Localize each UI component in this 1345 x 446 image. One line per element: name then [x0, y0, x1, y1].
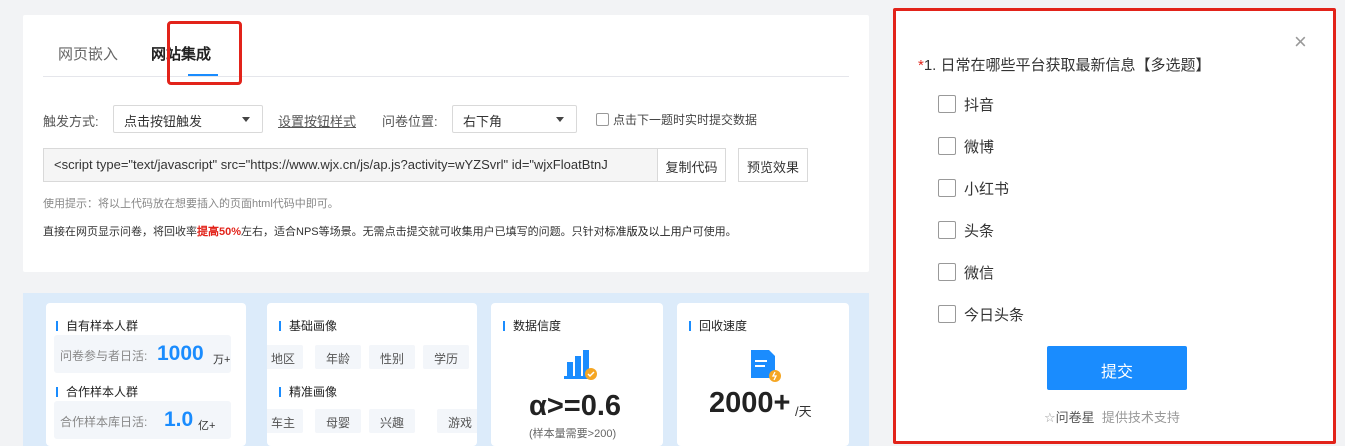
brand-note: 提供技术支持 [1101, 410, 1180, 425]
desc-edition: 标准版及以上用户 [604, 226, 693, 238]
chevron-down-icon [242, 117, 250, 122]
brand-name[interactable]: 问卷星 [1056, 410, 1095, 425]
option-label: 抖音 [964, 97, 995, 114]
star-icon: ☆ [1044, 410, 1056, 425]
speed-value: 2000+ [709, 387, 791, 419]
desc-part-2: 左右，适合NPS等场景。无需点击提交就可收集用户已填写的问题。只针对 [241, 226, 605, 238]
close-icon[interactable]: × [1294, 31, 1307, 53]
checkbox-icon [596, 113, 609, 126]
own-sample-label: 问卷参与者日活: [60, 349, 148, 363]
integration-config-card: 网页嵌入 网站集成 触发方式: 点击按钮触发 设置按钮样式 问卷位置: 右下角 … [23, 15, 869, 272]
position-label: 问卷位置: [382, 114, 438, 129]
precise-portrait-title: 精准画像 [279, 383, 337, 400]
document-speed-icon [751, 350, 781, 382]
chevron-down-icon [556, 117, 564, 122]
basic-tag: 年龄 [315, 345, 361, 369]
partner-sample-label: 合作样本库日活: [60, 415, 148, 429]
reliability-card: 数据信度 α>=0.6 (样本量需要>200) [491, 303, 663, 446]
checkbox-icon [938, 137, 956, 155]
option-checkbox[interactable]: 微信 [938, 262, 994, 283]
option-checkbox[interactable]: 微博 [938, 136, 994, 157]
question-text: 1. 日常在哪些平台获取最新信息【多选题】 [923, 57, 1211, 74]
question-title: *1. 日常在哪些平台获取最新信息【多选题】 [918, 54, 1211, 75]
sample-stats-panel: 自有样本人群 问卷参与者日活: 1000 万+ 合作样本人群 合作样本库日活: … [23, 293, 869, 446]
checkbox-icon [938, 95, 956, 113]
partner-sample-metric: 合作样本库日活: 1.0 亿+ [54, 401, 231, 439]
submit-button[interactable]: 提交 [1047, 346, 1187, 390]
trigger-select[interactable]: 点击按钮触发 [113, 105, 263, 133]
checkbox-icon [938, 221, 956, 239]
option-checkbox[interactable]: 抖音 [938, 94, 994, 115]
speed-title: 回收速度 [689, 317, 747, 334]
button-style-link[interactable]: 设置按钮样式 [278, 111, 356, 130]
basic-tag: 性别 [369, 345, 415, 369]
copy-code-button[interactable]: 复制代码 [657, 148, 726, 182]
partner-sample-title: 合作样本人群 [56, 383, 138, 400]
usage-tip: 使用提示：将以上代码放在想要插入的页面html代码中即可。 [43, 198, 339, 210]
precise-tag: 游戏 [437, 409, 477, 433]
option-checkbox[interactable]: 今日头条 [938, 304, 1024, 325]
trigger-select-value: 点击按钮触发 [124, 114, 203, 129]
option-label: 微信 [964, 265, 995, 282]
preview-button[interactable]: 预览效果 [738, 148, 808, 182]
tab-bar: 网页嵌入 网站集成 [43, 15, 849, 85]
brand-footer: ☆问卷星 提供技术支持 [1044, 407, 1180, 426]
realtime-submit-label: 点击下一题时实时提交数据 [613, 113, 758, 127]
highlight-box-tab [167, 21, 242, 85]
partner-sample-value: 1.0 [164, 408, 194, 431]
reliability-title: 数据信度 [503, 317, 561, 334]
tab-web-embed[interactable]: 网页嵌入 [58, 43, 118, 64]
basic-tag: 地区 [267, 345, 303, 369]
reliability-value: α>=0.6 [529, 390, 622, 422]
option-checkbox[interactable]: 头条 [938, 220, 994, 241]
checkbox-icon [938, 305, 956, 323]
precise-tag: 兴趣 [369, 409, 415, 433]
desc-part-1: 直接在网页显示问卷，将回收率 [43, 226, 197, 238]
survey-preview-panel: × *1. 日常在哪些平台获取最新信息【多选题】 抖音 微博 小红书 头条 微信… [893, 8, 1336, 444]
sample-crowd-card: 自有样本人群 问卷参与者日活: 1000 万+ 合作样本人群 合作样本库日活: … [46, 303, 246, 446]
precise-tag: 母婴 [315, 409, 361, 433]
option-label: 微博 [964, 139, 995, 156]
position-select-value: 右下角 [463, 114, 503, 129]
own-sample-value: 1000 [157, 342, 204, 365]
precise-tag: 车主 [267, 409, 303, 433]
option-checkbox[interactable]: 小红书 [938, 178, 1009, 199]
checkbox-icon [938, 263, 956, 281]
speed-unit: /天 [795, 404, 812, 419]
position-select[interactable]: 右下角 [452, 105, 577, 133]
embed-code-field[interactable]: <script type="text/javascript" src="http… [43, 148, 659, 182]
own-sample-metric: 问卷参与者日活: 1000 万+ [54, 335, 231, 373]
realtime-submit-checkbox[interactable]: 点击下一题时实时提交数据 [596, 111, 757, 128]
option-label: 今日头条 [964, 307, 1025, 324]
settings-row: 触发方式: 点击按钮触发 设置按钮样式 问卷位置: 右下角 点击下一题时实时提交… [43, 105, 843, 133]
basic-tag: 学历 [423, 345, 469, 369]
partner-sample-unit: 亿+ [198, 420, 216, 432]
option-label: 头条 [964, 223, 995, 240]
feature-description: 直接在网页显示问卷，将回收率提高50%左右，适合NPS等场景。无需点击提交就可收… [43, 223, 737, 239]
checkbox-icon [938, 179, 956, 197]
own-sample-title: 自有样本人群 [56, 317, 138, 334]
portrait-card: 基础画像 地区 年龄 性别 学历 精准画像 车主 母婴 兴趣 游戏 [267, 303, 477, 446]
bar-chart-icon [564, 350, 597, 380]
desc-part-3: 可使用。 [692, 226, 737, 238]
option-label: 小红书 [964, 181, 1010, 198]
app-root: 网页嵌入 网站集成 触发方式: 点击按钮触发 设置按钮样式 问卷位置: 右下角 … [0, 0, 1345, 446]
speed-card: 回收速度 2000+ /天 [677, 303, 849, 446]
reliability-note: (样本量需要>200) [529, 428, 617, 440]
trigger-label: 触发方式: [43, 114, 99, 129]
desc-highlight: 提高50% [197, 226, 242, 238]
basic-portrait-title: 基础画像 [279, 317, 337, 334]
own-sample-unit: 万+ [213, 354, 231, 366]
